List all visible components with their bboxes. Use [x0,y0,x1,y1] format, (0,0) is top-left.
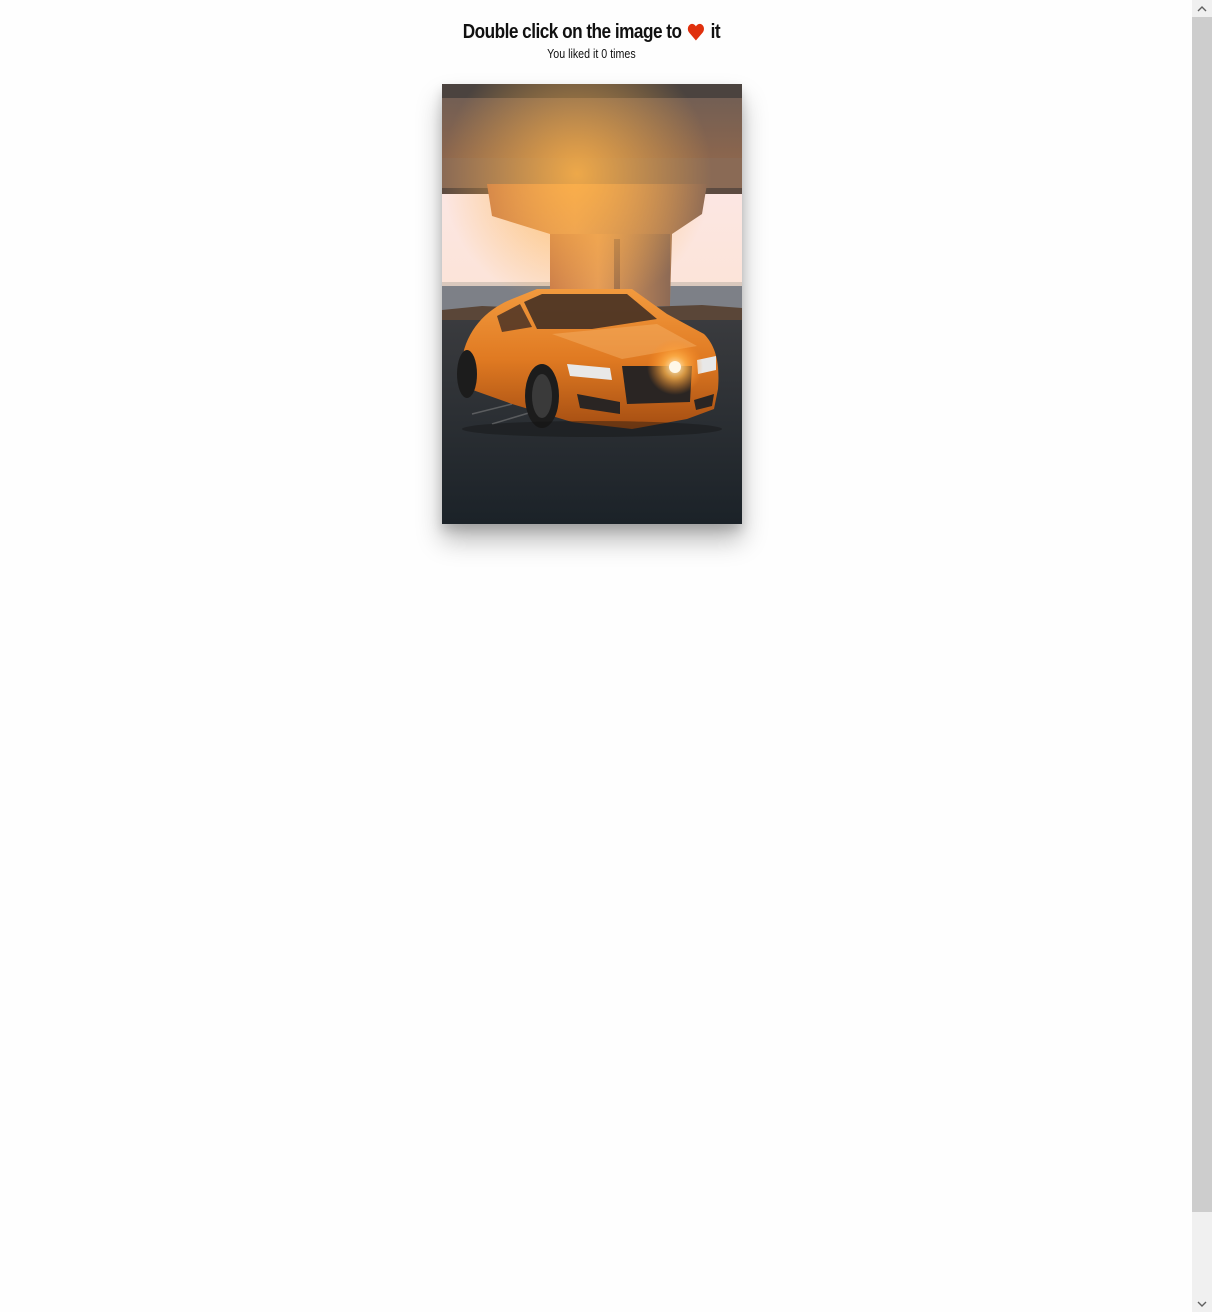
vertical-scrollbar[interactable] [1192,0,1212,1312]
like-text-prefix: You liked it [547,46,599,61]
page: Double click on the image to it You like… [0,0,1192,1312]
like-counter: You liked it 0 times [106,45,1076,63]
chevron-up-icon[interactable] [1192,0,1212,17]
title-text-before: Double click on the image to [462,21,682,43]
car-photo-image [442,84,742,524]
chevron-down-icon[interactable] [1192,1295,1212,1312]
title-text-after: it [710,21,721,43]
like-count: 0 [601,46,608,61]
like-text-suffix: times [610,46,636,61]
scrollbar-thumb[interactable] [1192,17,1212,1212]
likeable-photo[interactable] [442,84,742,524]
